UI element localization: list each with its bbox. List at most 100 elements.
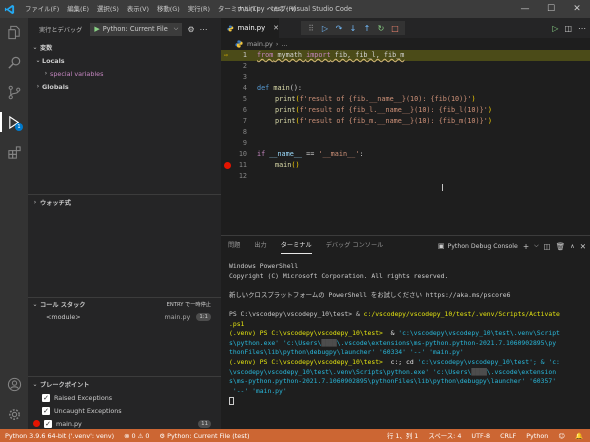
launch-config-select[interactable]: ▶ Python: Current File ⌵ [90,22,183,36]
maximize-button[interactable]: ☐ [538,0,564,18]
python-interpreter[interactable]: Python 3.9.6 64-bit ('.venv': venv) [0,432,119,440]
code-token: main [275,161,292,169]
terminal-text: \.vscode\extensions\ms-python.python-202… [336,338,557,347]
variables-section-header[interactable]: ⌄ 変数 [28,40,221,54]
tree-item-globals[interactable]: › Globals [28,80,221,93]
code-token: () [291,161,300,169]
menu-edit[interactable]: 編集(E) [63,0,93,18]
tab-terminal[interactable]: ターミナル [274,236,319,256]
source-control-icon[interactable] [0,78,28,106]
line-number: 2 [242,62,247,70]
terminal-line: s\ms-python.python-2021.7.1060902895\pyt… [229,377,557,386]
extensions-icon[interactable] [0,138,28,166]
account-icon[interactable] [0,370,28,398]
tab-problems[interactable]: 問題 [221,236,247,256]
tab-main-py[interactable]: main.py ✕ [221,18,279,38]
code-token: mymath [273,51,307,59]
menu-go[interactable]: 移動(G) [153,0,184,18]
code-token: f'result of {fib_m.__name__}(10): {fib_m… [299,117,488,125]
line-number: 11 [238,161,247,169]
settings-gear-icon[interactable]: ⚙ [187,25,194,34]
terminal-text: PS C:\vscodepy\vscodepy_10\test> & [229,309,364,318]
terminal-output[interactable]: Windows PowerShell Copyright (C) Microso… [229,262,585,406]
terminal-cursor [229,397,234,406]
activity-bar: 1 [0,18,28,429]
watch-section-header[interactable]: › ウォッチ式 [28,195,221,209]
code-line-8: 8 [221,127,590,138]
terminal-text: 'c:\vscodepy\vscodepy_10\test'; & 'c: [417,357,560,366]
breadcrumb-file[interactable]: main.py [247,40,273,48]
stop-icon[interactable]: □ [389,24,401,33]
breakpoint-dot-icon[interactable] [224,162,231,169]
menu-bar: ファイル(F) 編集(E) 選択(S) 表示(V) 移動(G) 実行(R) ター… [21,0,300,18]
menu-run[interactable]: 実行(R) [184,0,214,18]
debug-icon: ⚙ [159,431,168,440]
encoding[interactable]: UTF-8 [466,432,495,440]
menu-help[interactable]: ヘルプ(H) [263,0,300,18]
tree-item-special-variables[interactable]: › special variables [28,67,221,80]
kill-terminal-icon[interactable]: 🗑 [556,242,566,251]
checkbox-icon[interactable]: ✓ [42,406,50,415]
tree-item-locals[interactable]: ⌄ Locals [28,54,221,67]
frame-location: main.py 1:1 [164,312,211,321]
maximize-panel-icon[interactable]: ∧ [570,243,574,250]
split-terminal-icon[interactable]: ◫ [544,242,551,251]
code-editor[interactable]: ⇨ 1 from mymath import fib, fib_l, fib_m… [221,50,590,235]
close-panel-icon[interactable]: ✕ [580,242,586,251]
drag-handle-icon[interactable]: ⠿ [305,24,317,33]
notifications-icon[interactable]: 🔔 [570,432,588,440]
menu-file[interactable]: ファイル(F) [21,0,63,18]
problems-count[interactable]: ⊗ 0 ⚠ 0 [119,432,154,440]
debug-config-status[interactable]: ⚙ Python: Current File (test) [154,432,254,440]
terminal-select-label: Python Debug Console [447,242,518,250]
python-file-icon [227,25,234,31]
more-actions-icon[interactable]: ⋯ [578,24,586,33]
menu-selection[interactable]: 選択(S) [93,0,123,18]
step-out-icon[interactable]: ↑ [361,24,373,33]
restart-icon[interactable]: ↻ [375,24,387,33]
tab-output[interactable]: 出力 [247,236,273,256]
explorer-icon[interactable] [0,18,28,46]
new-terminal-icon[interactable]: + [523,242,529,251]
search-icon[interactable] [0,48,28,76]
start-debug-icon[interactable]: ▶ [94,25,99,33]
settings-gear-icon[interactable] [0,400,28,428]
special-variables-label: special variables [50,69,104,78]
code-line-11: 11 main() [221,160,590,171]
frame-name: <module> [46,312,81,321]
cursor-position[interactable]: 行 1、列 1 [382,431,423,440]
breakpoint-line-badge: 11 [198,419,211,428]
breakpoints-section-header[interactable]: ⌄ ブレークポイント [28,377,221,391]
more-actions-icon[interactable]: ⋯ [200,25,208,34]
menu-view[interactable]: 表示(V) [123,0,153,18]
continue-icon[interactable]: ▷ [319,24,331,33]
chevron-down-icon[interactable]: ⌵ [534,242,539,250]
callstack-frame[interactable]: <module> main.py 1:1 [28,310,221,323]
close-window-button[interactable]: ✕ [564,0,590,18]
split-editor-icon[interactable]: ◫ [564,24,572,33]
breakpoint-raised-exceptions[interactable]: ✓ Raised Exceptions [28,391,221,404]
terminal-select[interactable]: ▣ Python Debug Console [438,242,518,250]
tab-debug-console[interactable]: デバッグ コンソール [319,236,391,256]
step-over-icon[interactable]: ↷ [333,24,345,33]
checkbox-icon[interactable]: ✓ [44,419,52,428]
run-debug-icon[interactable]: 1 [0,108,28,136]
run-file-icon[interactable]: ▷ [552,24,558,33]
code-line-2: 2 [221,61,590,72]
menu-terminal[interactable]: ターミナル(T) [214,0,263,18]
breakpoint-uncaught-exceptions[interactable]: ✓ Uncaught Exceptions [28,404,221,417]
indentation[interactable]: スペース: 4 [423,431,466,440]
checkbox-icon[interactable]: ✓ [42,393,50,402]
language-mode[interactable]: Python [521,432,553,440]
breadcrumb-symbol[interactable]: ... [281,40,287,48]
step-into-icon[interactable]: ↓ [347,24,359,33]
line-number: 12 [238,172,247,180]
end-of-line[interactable]: CRLF [495,432,521,440]
minimize-button[interactable]: — [512,0,538,18]
terminal-text: 'c:\vscodepy\vscodepy_10\test\.venv\Scri… [398,329,560,338]
feedback-icon[interactable]: ☺ [553,432,570,440]
code-token: == [302,150,319,158]
chevron-down-icon: ⌄ [32,43,38,51]
callstack-section-header[interactable]: ⌄ コール スタック ENTRY で一時停止 [28,297,221,311]
close-tab-icon[interactable]: ✕ [273,24,279,32]
